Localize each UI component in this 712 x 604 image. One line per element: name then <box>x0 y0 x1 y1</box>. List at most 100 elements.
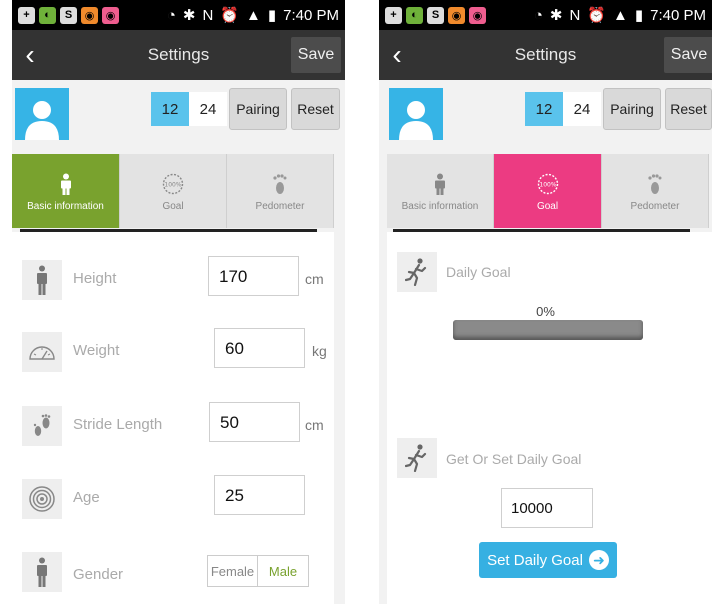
footprint-icon <box>647 171 663 197</box>
system-icons: ◔ ✱ N ⏰ ▲ ▮ 7:40 PM <box>533 6 706 25</box>
height-input[interactable]: 170 <box>208 256 299 296</box>
tab-goal[interactable]: 100% Goal <box>120 154 227 228</box>
stride-length-label: Stride Length <box>73 416 163 433</box>
notification-icons: + ◐ S ◉ ◉ <box>18 6 119 24</box>
tab-label: Goal <box>162 200 184 212</box>
stride-length-unit: cm <box>305 417 324 433</box>
tab-goal[interactable]: 100% Goal <box>494 154 602 228</box>
get-or-set-daily-goal-label: Get Or Set Daily Goal <box>446 451 582 467</box>
battery-icon: ▮ <box>267 7 277 24</box>
app-icon: ◉ <box>448 6 465 24</box>
format-24-toggle[interactable]: 24 <box>563 92 601 126</box>
wifi-signal-icon: ▲ <box>246 6 261 24</box>
format-24-toggle[interactable]: 24 <box>189 92 227 126</box>
app-icon: ◐ <box>39 6 56 24</box>
nfc-icon: N <box>202 6 214 24</box>
reset-button[interactable]: Reset <box>291 88 340 130</box>
gender-row: Gender Female Male <box>12 548 334 604</box>
goal-100-icon: 100% <box>162 171 184 197</box>
battery-icon: ▮ <box>634 7 644 24</box>
person-icon <box>59 171 73 197</box>
plus-icon: + <box>385 6 402 24</box>
person-standing-icon <box>22 260 62 300</box>
user-icon <box>25 101 59 140</box>
tab-label: Pedometer <box>255 200 305 212</box>
chevron-left-icon[interactable]: ‹ <box>12 30 48 80</box>
plus-icon: + <box>18 6 35 24</box>
reset-button[interactable]: Reset <box>665 88 712 130</box>
bluetooth-icon: ✱ <box>549 7 563 24</box>
height-unit: cm <box>305 271 324 287</box>
user-bar: 12 24 Pairing Reset <box>12 80 345 146</box>
save-button[interactable]: Save <box>291 37 341 73</box>
tab-label: Pedometer <box>630 200 680 212</box>
screen-goal: + ◐ S ◉ ◉ ◔ ✱ N ⏰ ▲ ▮ 7:40 PM ‹ Settings… <box>379 0 712 604</box>
avatar-button[interactable] <box>15 88 69 140</box>
status-bar: + ◐ S ◉ ◉ ◔ ✱ N ⏰ ▲ ▮ 7:40 PM <box>379 0 712 30</box>
save-button[interactable]: Save <box>664 37 712 73</box>
tab-label: Basic information <box>401 200 479 212</box>
daily-goal-label: Daily Goal <box>446 264 511 280</box>
system-icons: ◔ ✱ N ⏰ ▲ ▮ 7:40 PM <box>166 6 339 25</box>
tab-bar: Basic information 100% Goal Pedometer <box>387 154 709 228</box>
chevron-left-icon[interactable]: ‹ <box>379 30 415 80</box>
daily-goal-progress-bar <box>453 320 643 340</box>
runner-icon <box>397 438 437 478</box>
pairing-button[interactable]: Pairing <box>229 88 287 130</box>
progress-percent-text: 0% <box>536 304 555 319</box>
height-row: Height 170 cm <box>12 256 334 316</box>
gender-female-option[interactable]: Female <box>208 556 258 586</box>
tab-basic-information[interactable]: Basic information <box>12 154 120 228</box>
height-label: Height <box>73 270 117 287</box>
footprint-icon <box>272 171 288 197</box>
tab-pedometer[interactable]: Pedometer <box>602 154 709 228</box>
avatar-button[interactable] <box>389 88 443 140</box>
user-icon <box>399 101 433 140</box>
tab-label: Goal <box>536 200 559 212</box>
tab-basic-information[interactable]: Basic information <box>387 154 494 228</box>
user-bar: 12 24 Pairing Reset <box>379 80 712 146</box>
weight-label: Weight <box>73 342 120 359</box>
set-daily-goal-label: Set Daily Goal <box>487 551 583 569</box>
bluetooth-icon: ✱ <box>182 7 196 24</box>
svg-text:100%: 100% <box>539 181 556 188</box>
status-bar: + ◐ S ◉ ◉ ◔ ✱ N ⏰ ▲ ▮ 7:40 PM <box>12 0 345 30</box>
gender-toggle: Female Male <box>207 555 309 587</box>
weight-unit: kg <box>312 343 327 359</box>
age-input[interactable]: 25 <box>214 475 305 515</box>
tab-label: Basic information <box>27 200 104 212</box>
pairing-button[interactable]: Pairing <box>603 88 661 130</box>
page-title: Settings <box>514 45 577 64</box>
alarm-icon: ⏰ <box>220 7 239 24</box>
scale-gauge-icon <box>22 332 62 372</box>
gender-label: Gender <box>73 566 124 583</box>
svg-text:100%: 100% <box>164 181 181 188</box>
tab-pedometer[interactable]: Pedometer <box>227 154 334 228</box>
gender-male-option[interactable]: Male <box>258 556 308 586</box>
eye-icon: ◔ <box>533 6 543 24</box>
set-daily-goal-button[interactable]: Set Daily Goal ➜ <box>479 542 617 578</box>
daily-goal-input[interactable]: 10000 <box>501 488 593 528</box>
title-bar: ‹ Settings Save <box>12 30 345 80</box>
runner-icon <box>397 252 437 292</box>
app-icon: ◉ <box>81 6 98 24</box>
stride-length-input[interactable]: 50 <box>209 402 300 442</box>
app-icon: ◐ <box>406 6 423 24</box>
eye-icon: ◔ <box>166 6 176 24</box>
format-12-toggle[interactable]: 12 <box>151 92 189 126</box>
age-row: Age 25 <box>12 475 334 535</box>
wifi-signal-icon: ▲ <box>613 6 628 24</box>
app-icon: ◉ <box>102 6 119 24</box>
s-app-icon: S <box>60 6 77 24</box>
person-icon <box>433 171 447 197</box>
notification-icons: + ◐ S ◉ ◉ <box>385 6 486 24</box>
weight-input[interactable]: 60 <box>214 328 305 368</box>
person-standing-icon <box>22 552 62 592</box>
format-12-toggle[interactable]: 12 <box>525 92 563 126</box>
stride-row: Stride Length 50 cm <box>12 402 334 462</box>
clock-time: 7:40 PM <box>650 6 706 24</box>
tab-bar: Basic information 100% Goal Pedometer <box>12 154 334 228</box>
age-label: Age <box>73 489 100 506</box>
goal-100-icon: 100% <box>537 171 559 197</box>
basic-info-panel: Height 170 cm Weight 60 kg Stride Length… <box>12 232 334 604</box>
